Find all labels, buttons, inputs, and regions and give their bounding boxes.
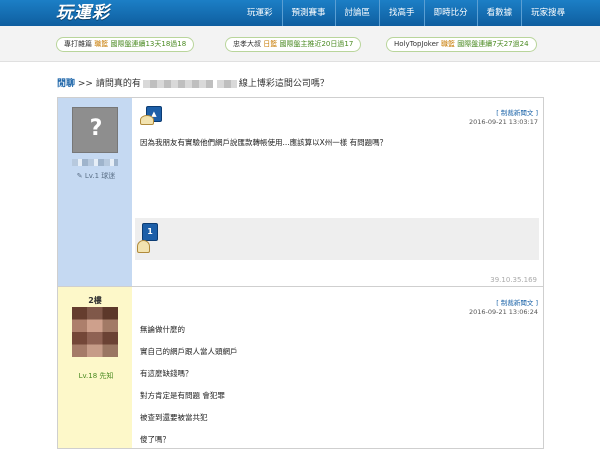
site-logo[interactable]: 玩運彩 [56, 0, 110, 26]
nav-item-player-search[interactable]: 玩家搜尋 [521, 0, 574, 26]
question-mark-icon: ? [89, 116, 103, 141]
ticker-text: 國際盤連續13天18過18 [110, 40, 187, 48]
user-level: Lv.18 先知 [78, 372, 114, 380]
breadcrumb: 閒聊 >> 請問真的有 線上博彩這間公司嗎？ [57, 76, 329, 89]
post-line: 無論做什麼的 [140, 325, 185, 334]
post-line: 對方肯定是有問題 會犯罪 [140, 391, 225, 400]
post-reply: 2樓 Lv.18 先知 [ 制裁新聞文 ] 2016-09-21 13:06:2… [57, 287, 544, 449]
post-body: 無論做什麼的 實自己的網戶跟人當人頭網戶 有這麼缺錢嗎？ 對方肯定是有問題 會犯… [140, 325, 533, 449]
post-line: 傻了嗎？ [140, 435, 170, 444]
rank-number: 1 [142, 223, 158, 241]
redacted-username [72, 159, 118, 166]
ticker-item[interactable]: 專打雜篇 職籃 國際盤連續13天18過18 [56, 37, 195, 52]
mascot-icon [140, 115, 154, 125]
ticker-user: HolyTopJoker [394, 40, 439, 48]
post-content: [ 制裁新聞文 ] 2016-09-21 13:06:24 無論做什麼的 實自己… [132, 287, 543, 448]
nav-item-predictions[interactable]: 預測賽事 [281, 0, 335, 26]
thread-title-end: 線上博彩這間公司嗎？ [238, 79, 329, 89]
redacted-text [142, 79, 213, 88]
report-link[interactable]: [ 制裁新聞文 ] [496, 107, 538, 117]
avatar[interactable]: ? [72, 107, 118, 153]
ticker-item[interactable]: 忠孝大叔 日籃 國際盤主推近20日過17 [225, 37, 362, 52]
user-level: ✎ Lv.1 球迷 [76, 172, 116, 180]
nav-item-live-scores[interactable]: 即時比分 [423, 0, 477, 26]
signature-area: 1 [135, 218, 539, 260]
post-timestamp: 2016-09-21 13:06:24 [468, 308, 538, 316]
redacted-text [216, 79, 237, 88]
author-panel: 2樓 Lv.18 先知 [58, 287, 132, 448]
nav-item-home[interactable]: 玩運彩 [238, 0, 282, 26]
ticker-user: 專打雜篇 [64, 40, 92, 48]
post-content: ▲ [ 制裁新聞文 ] 2016-09-21 13:03:17 因為我朋友有實驗… [132, 98, 543, 286]
post-line: 實自己的網戶跟人當人頭網戶 [140, 347, 238, 356]
author-panel: ? ✎ Lv.1 球迷 [58, 98, 132, 286]
post-original: ? ✎ Lv.1 球迷 ▲ [ 制裁新聞文 ] 2016-09-21 13:03… [57, 97, 544, 287]
breadcrumb-separator: >> [77, 79, 93, 89]
nav-item-forum[interactable]: 討論區 [334, 0, 380, 26]
rank-badge-icon: ▲ [140, 106, 162, 126]
post-line: 有這麼缺錢嗎？ [140, 369, 193, 378]
report-link[interactable]: [ 制裁新聞文 ] [496, 297, 538, 307]
nav-item-stats[interactable]: 看數據 [476, 0, 522, 26]
top-navigation-bar: 玩運彩 玩運彩 預測賽事 討論區 找高手 即時比分 看數據 玩家搜尋 [0, 0, 600, 26]
ticker-text: 國際盤連續7天27過24 [457, 40, 529, 48]
post-body: 因為我朋友有實驗他們網戶說匯款轉帳使用...應該算以X州一樣 有問題嗎？ [140, 138, 388, 147]
ticker-text: 國際盤主推近20日過17 [279, 40, 354, 48]
ip-address: 39.10.35.169 [490, 276, 537, 284]
nav-item-experts[interactable]: 找高手 [379, 0, 424, 26]
expert-ticker: 專打雜篇 職籃 國際盤連續13天18過18 忠孝大叔 日籃 國際盤主推近20日過… [0, 26, 600, 62]
mascot-icon [137, 240, 150, 253]
ticker-tag: 日籃 [263, 40, 278, 48]
main-nav: 玩運彩 預測賽事 討論區 找高手 即時比分 看數據 玩家搜尋 [238, 0, 574, 26]
ticker-user: 忠孝大叔 [233, 40, 261, 48]
post-line: 被查到還要被當共犯 [140, 413, 208, 422]
avatar[interactable] [72, 307, 118, 357]
rank-badge-icon: 1 [137, 223, 159, 255]
ticker-tag: 職籃 [441, 40, 456, 48]
thread-title-start: 請問真的有 [95, 79, 141, 89]
post-timestamp: 2016-09-21 13:03:17 [468, 118, 538, 126]
breadcrumb-board-link[interactable]: 閒聊 [57, 79, 75, 89]
ticker-item[interactable]: HolyTopJoker 職籃 國際盤連續7天27過24 [386, 37, 537, 52]
ticker-tag: 職籃 [94, 40, 109, 48]
floor-number: 2樓 [88, 296, 102, 305]
